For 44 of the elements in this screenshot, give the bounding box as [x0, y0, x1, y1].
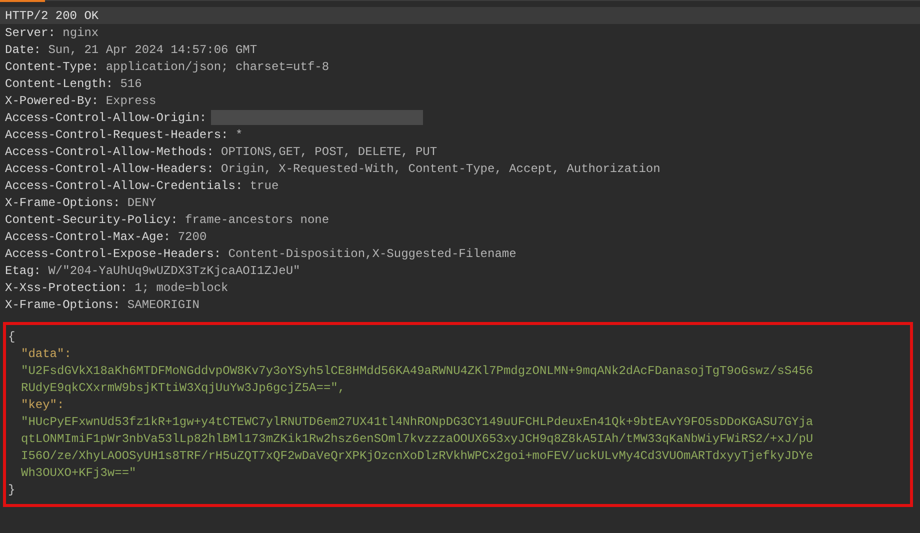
header-value: Sun, 21 Apr 2024 14:57:06 GMT [47, 42, 258, 56]
json-key: "data": [21, 346, 72, 363]
header-name: X-Frame-Options: [5, 298, 120, 312]
header-value: nginx [62, 26, 99, 40]
header-value: Express [104, 94, 156, 108]
json-key: "key": [21, 397, 64, 414]
header-value: 516 [119, 76, 142, 90]
header-value: W/"204-YaUhUq9wUZDX3TzKjcaAOI1ZJeU" [47, 264, 300, 278]
json-string: I56O/ze/XhyLAOOSyUH1s8TRF/rH5uZQT7xQF2wDaVeQrXPKjOzcnXoDlzRVkhWPCx2goi+moFEV/uckULvMy4Cd3VUOmARTdxyyTjefkyJDYe [21, 448, 814, 465]
header-value: true [248, 178, 279, 192]
json-string: "HUcPyEFxwnUd53fz1kR+1gw+y4tCTEWC7ylRNUTD6em27UX41tl4NhRONpDG3CY149uUFCHLPdeuxEn41Qk+9btEAvY9FO5sDDoKGASU7GYja [21, 414, 814, 431]
header-value: OPTIONS,GET, POST, DELETE, PUT [220, 144, 438, 158]
header-name: Access-Control-Request-Headers: [5, 128, 228, 142]
header-name: X-Powered-By: [5, 94, 99, 108]
header-name: X-Frame-Options: [5, 196, 120, 210]
header-name: Date: [5, 42, 42, 56]
header-value: * [234, 128, 243, 142]
tab-indicator [0, 0, 45, 2]
json-string: "U2FsdGVkX18aKh6MTDFMoNGddvpOW8Kv7y3oYSyh5lCE8HMdd56KA49aRWNU4ZKl7PmdgzONLMN+9mqANk2dAcFDanasojTgT9oGswz/sS456 [21, 363, 814, 380]
header-name: Content-Security-Policy: [5, 212, 178, 226]
header-value: 1; mode=block [134, 280, 228, 294]
header-name: Access-Control-Allow-Headers: [5, 162, 214, 176]
json-string: RUdyE9qkCXxrmW9bsjKTtiW3XqjUuYw3Jp6gcjZ5A==", [21, 380, 346, 397]
header-value: Content-Disposition,X-Suggested-Filename [227, 246, 516, 260]
header-name: Content-Length: [5, 76, 114, 90]
json-brace: } [8, 482, 16, 499]
header-value: application/json; charset=utf-8 [104, 60, 330, 74]
json-brace: { [8, 329, 16, 346]
header-name: Server: [5, 26, 56, 40]
header-value: DENY [126, 196, 156, 210]
header-name: Access-Control-Expose-Headers: [5, 246, 222, 260]
json-string: Wh3OUXO+KFj3w==" [21, 465, 136, 482]
header-name: Access-Control-Allow-Origin: [5, 110, 207, 124]
header-name: Access-Control-Allow-Credentials: [5, 178, 243, 192]
json-string: qtLONMImiF1pWr3nbVa53lLp82hlBMl173mZKik1Rw2hsz6enSOml7kvzzzaOOUX653xyJCH9q8Z8kA5IAh/tMW33qKaNbWiyFWiRS2/+xJ/pU [21, 431, 814, 448]
header-value: 7200 [176, 230, 207, 244]
header-value: frame-ancestors none [184, 212, 330, 226]
header-value: Origin, X-Requested-With, Content-Type, Accept, Authorization [220, 162, 660, 176]
header-name: Access-Control-Allow-Methods: [5, 144, 214, 158]
header-name: Access-Control-Max-Age: [5, 230, 171, 244]
header-name: X-Xss-Protection: [5, 280, 128, 294]
header-name: Content-Type: [5, 60, 99, 74]
header-name: Etag: [5, 264, 42, 278]
header-value: SAMEORIGIN [126, 298, 200, 312]
